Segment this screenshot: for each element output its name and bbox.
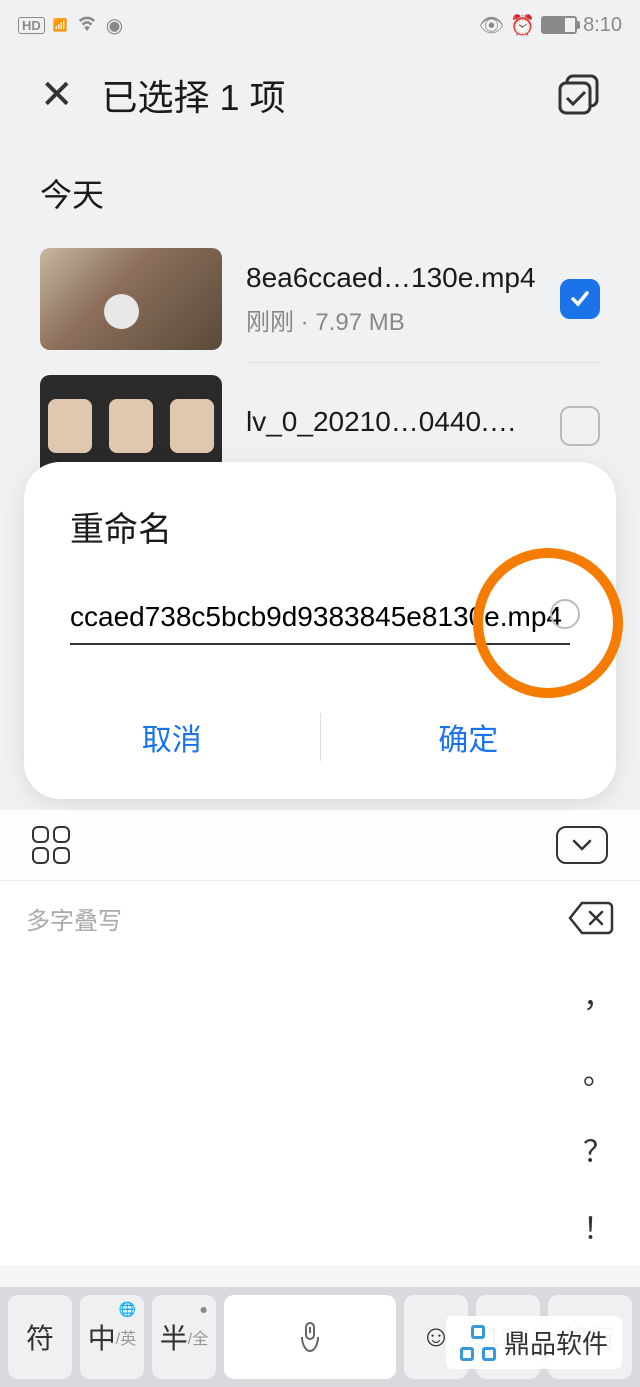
status-time: 8:10 xyxy=(583,14,622,37)
status-right: 👁 ⏰ 8:10 xyxy=(479,13,622,38)
punctuation-column: ， 。 ？ ！ xyxy=(556,955,640,1265)
dialog-input-wrap xyxy=(24,591,616,645)
space-key[interactable] xyxy=(224,1295,396,1379)
file-info: 8ea6ccaed…130e.mp4 刚刚 · 7.97 MB xyxy=(246,262,536,337)
dialog-title: 重命名 xyxy=(24,502,616,591)
eye-icon: 👁 xyxy=(479,13,504,38)
page-title: 已选择 1 项 xyxy=(102,69,530,121)
hd-badge: HD xyxy=(18,17,45,34)
rename-dialog: 重命名 取消 确定 xyxy=(24,462,616,799)
file-checkbox[interactable] xyxy=(560,406,600,446)
language-key[interactable]: 🌐中/英 xyxy=(80,1295,144,1379)
rename-input[interactable] xyxy=(70,591,570,645)
watermark-text: 鼎品软件 xyxy=(504,1324,608,1361)
keyboard-collapse-button[interactable] xyxy=(556,826,608,864)
status-bar: HD 📶 ◉ 👁 ⏰ 8:10 xyxy=(0,0,640,50)
header: ✕ 已选择 1 项 xyxy=(0,50,640,140)
dialog-actions: 取消 确定 xyxy=(24,695,616,779)
keyboard-suggestion-bar: 多字叠写 xyxy=(0,880,640,955)
battery-icon xyxy=(541,16,577,34)
section-today: 今天 xyxy=(0,140,640,236)
file-row[interactable]: 8ea6ccaed…130e.mp4 刚刚 · 7.97 MB xyxy=(0,236,640,362)
backspace-button[interactable] xyxy=(568,901,614,935)
alarm-small-icon: ◉ xyxy=(106,13,123,38)
close-button[interactable]: ✕ xyxy=(40,72,74,118)
keyboard-switcher-icon[interactable] xyxy=(32,826,70,864)
confirm-button[interactable]: 确定 xyxy=(321,695,617,779)
keyboard: 多字叠写 ， 。 ？ ！ 符 🌐中/英 ●半/全 ☺ 123 换行 xyxy=(0,810,640,1387)
file-name: 8ea6ccaed…130e.mp4 xyxy=(246,262,536,294)
status-left: HD 📶 ◉ xyxy=(18,13,123,38)
symbol-key[interactable]: 符 xyxy=(8,1295,72,1379)
punct-key[interactable]: ， xyxy=(583,972,613,1016)
file-meta: 刚刚 · 7.97 MB xyxy=(246,302,536,337)
file-name: lv_0_20210…0440.mp4 xyxy=(246,406,536,438)
wifi-icon xyxy=(76,13,98,37)
select-all-button[interactable] xyxy=(558,74,600,116)
watermark: 鼎品软件 xyxy=(446,1316,622,1369)
file-info: lv_0_20210…0440.mp4 xyxy=(246,406,536,446)
watermark-icon xyxy=(460,1325,496,1361)
punct-key[interactable]: 。 xyxy=(583,1049,613,1093)
suggestion-hint: 多字叠写 xyxy=(26,901,122,936)
width-key[interactable]: ●半/全 xyxy=(152,1295,216,1379)
clear-input-button[interactable] xyxy=(550,599,580,629)
punct-key[interactable]: ？ xyxy=(583,1127,613,1171)
file-thumbnail xyxy=(40,248,222,350)
signal-icon: 📶 xyxy=(53,18,68,32)
cancel-button[interactable]: 取消 xyxy=(24,695,320,779)
keyboard-toolbar xyxy=(0,810,640,880)
file-checkbox[interactable] xyxy=(560,279,600,319)
punct-key[interactable]: ！ xyxy=(583,1204,613,1248)
handwriting-area[interactable]: ， 。 ？ ！ xyxy=(0,955,640,1265)
alarm-icon: ⏰ xyxy=(510,13,535,38)
